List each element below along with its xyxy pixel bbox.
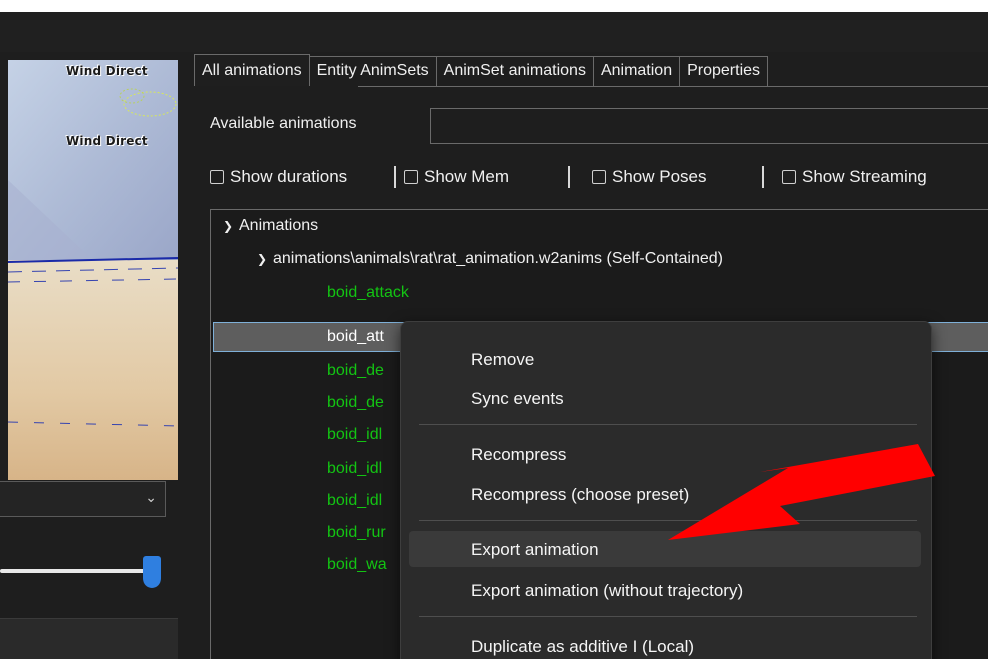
tree-node-label: Animations [239, 217, 319, 234]
available-animations-label: Available animations [210, 115, 357, 132]
list-item[interactable]: boid_wa [327, 556, 387, 574]
menu-item-duplicate-as-additive[interactable]: Duplicate as additive I (Local) [409, 628, 921, 659]
menu-item-label: Recompress (choose preset) [471, 485, 690, 504]
list-item[interactable]: boid_idl [327, 426, 382, 444]
list-item[interactable]: boid_de [327, 362, 384, 380]
menu-separator [419, 520, 917, 521]
menu-item-export-animation[interactable]: Export animation [409, 531, 921, 567]
wind-direction-label: Wind Direct [66, 64, 148, 78]
tree-node-label: animations\animals\rat\rat_animation.w2a… [273, 250, 723, 267]
separator [762, 166, 764, 188]
menu-separator [419, 616, 917, 617]
viewport-dropdown[interactable]: ⌄ [0, 481, 166, 517]
wind-direction-label: Wind Direct [66, 134, 148, 148]
editor-window: Wind Direct Wind Direct ⌄ All animations… [0, 12, 988, 659]
list-item-label: boid_att [327, 328, 384, 345]
tree-node-file[interactable]: ❯ animations\animals\rat\rat_animation.w2… [257, 250, 723, 268]
tab-animation[interactable]: Animation [593, 56, 681, 86]
show-mem-checkbox[interactable]: Show Mem [404, 164, 509, 190]
available-animations-input[interactable] [430, 108, 988, 144]
menu-item-label: Recompress [471, 445, 567, 464]
context-menu: Remove Sync events Recompress Recompress… [400, 321, 932, 659]
menu-item-label: Export animation [471, 540, 599, 559]
show-poses-checkbox[interactable]: Show Poses [592, 164, 707, 190]
3d-viewport[interactable]: Wind Direct Wind Direct [8, 60, 178, 480]
tab-properties[interactable]: Properties [680, 56, 769, 86]
show-durations-checkbox[interactable]: Show durations [210, 164, 347, 190]
separator [568, 166, 570, 188]
checkbox-box[interactable] [782, 170, 796, 184]
menu-item-label: Remove [471, 350, 535, 369]
viewport-slider-track[interactable] [0, 569, 148, 573]
chevron-down-icon[interactable]: ❯ [257, 252, 273, 266]
tree-node-animations[interactable]: ❯ Animations [223, 217, 318, 235]
menu-item-export-animation-without-trajectory[interactable]: Export animation (without trajectory) [409, 572, 921, 608]
chevron-down-icon: ⌄ [145, 490, 157, 506]
checkbox-label: Show Poses [612, 167, 707, 186]
menu-item-sync-events[interactable]: Sync events [409, 380, 921, 416]
separator [394, 166, 396, 188]
chevron-down-icon[interactable]: ❯ [223, 219, 239, 233]
menu-item-label: Duplicate as additive I (Local) [471, 637, 695, 656]
tab-all-animations[interactable]: All animations [194, 54, 310, 86]
checkbox-box[interactable] [592, 170, 606, 184]
menu-item-label: Export animation (without trajectory) [471, 581, 744, 600]
list-item[interactable]: boid_idl [327, 460, 382, 478]
tab-animset-animations[interactable]: AnimSet animations [436, 56, 594, 86]
checkbox-label: Show Mem [424, 167, 510, 186]
viewport-slider-thumb[interactable] [143, 556, 161, 588]
left-bottom-panel [0, 618, 178, 659]
tab-bar-divider [358, 86, 988, 87]
viewport-scene [8, 60, 178, 480]
checkbox-box[interactable] [210, 170, 224, 184]
checkbox-label: Show Streaming [802, 167, 927, 186]
menu-item-remove[interactable]: Remove [409, 341, 921, 377]
checkbox-box[interactable] [404, 170, 418, 184]
tab-bar: All animations Entity AnimSets AnimSet a… [194, 54, 769, 86]
show-streaming-checkbox[interactable]: Show Streaming [782, 164, 927, 190]
checkbox-label: Show durations [230, 167, 348, 186]
menu-item-recompress[interactable]: Recompress [409, 436, 921, 472]
list-item[interactable]: boid_rur [327, 524, 386, 542]
list-item[interactable]: boid_de [327, 394, 384, 412]
list-item[interactable]: boid_idl [327, 492, 382, 510]
tab-entity-animsets[interactable]: Entity AnimSets [309, 56, 437, 86]
list-item[interactable]: boid_attack [327, 284, 409, 302]
menu-separator [419, 424, 917, 425]
menu-item-recompress-choose-preset[interactable]: Recompress (choose preset) [409, 476, 921, 512]
menu-item-label: Sync events [471, 389, 564, 408]
